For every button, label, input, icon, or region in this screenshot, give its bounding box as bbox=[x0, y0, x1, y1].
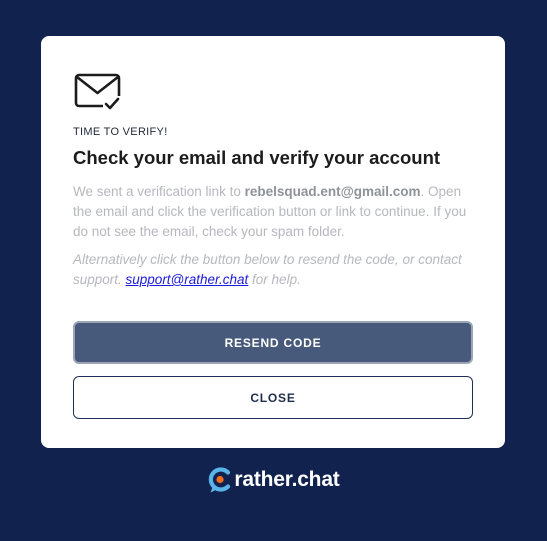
rather-chat-logo-icon bbox=[209, 467, 231, 493]
resend-code-button[interactable]: RESEND CODE bbox=[73, 321, 473, 364]
alternative-message: Alternatively click the button below to … bbox=[73, 250, 473, 290]
verify-email-dialog: TIME TO VERIFY! Check your email and ver… bbox=[41, 36, 505, 448]
close-button[interactable]: CLOSE bbox=[73, 376, 473, 419]
brand-logo: rather.chat bbox=[0, 466, 547, 494]
alternative-message-suffix: for help. bbox=[248, 272, 301, 287]
dialog-title: Check your email and verify your account bbox=[73, 147, 441, 168]
mail-check-icon bbox=[74, 73, 123, 112]
support-email-link[interactable]: support@rather.chat bbox=[126, 272, 249, 287]
verification-message: We sent a verification link to rebelsqua… bbox=[73, 182, 473, 242]
user-email: rebelsquad.ent@gmail.com bbox=[244, 184, 421, 199]
verification-message-prefix: We sent a verification link to bbox=[73, 184, 245, 199]
brand-name: rather.chat bbox=[234, 468, 340, 491]
dialog-eyebrow: TIME TO VERIFY! bbox=[73, 126, 168, 138]
